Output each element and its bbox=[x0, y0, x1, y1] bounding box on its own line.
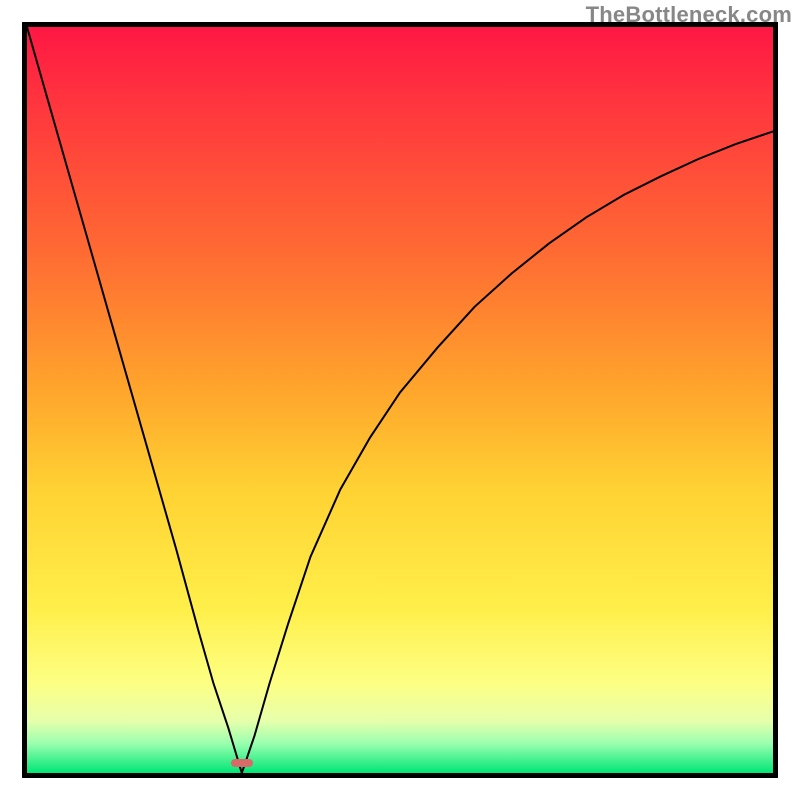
curve-layer bbox=[27, 27, 773, 773]
plot-area bbox=[22, 22, 778, 778]
optimum-marker bbox=[231, 759, 253, 767]
bottleneck-curve bbox=[27, 27, 773, 773]
